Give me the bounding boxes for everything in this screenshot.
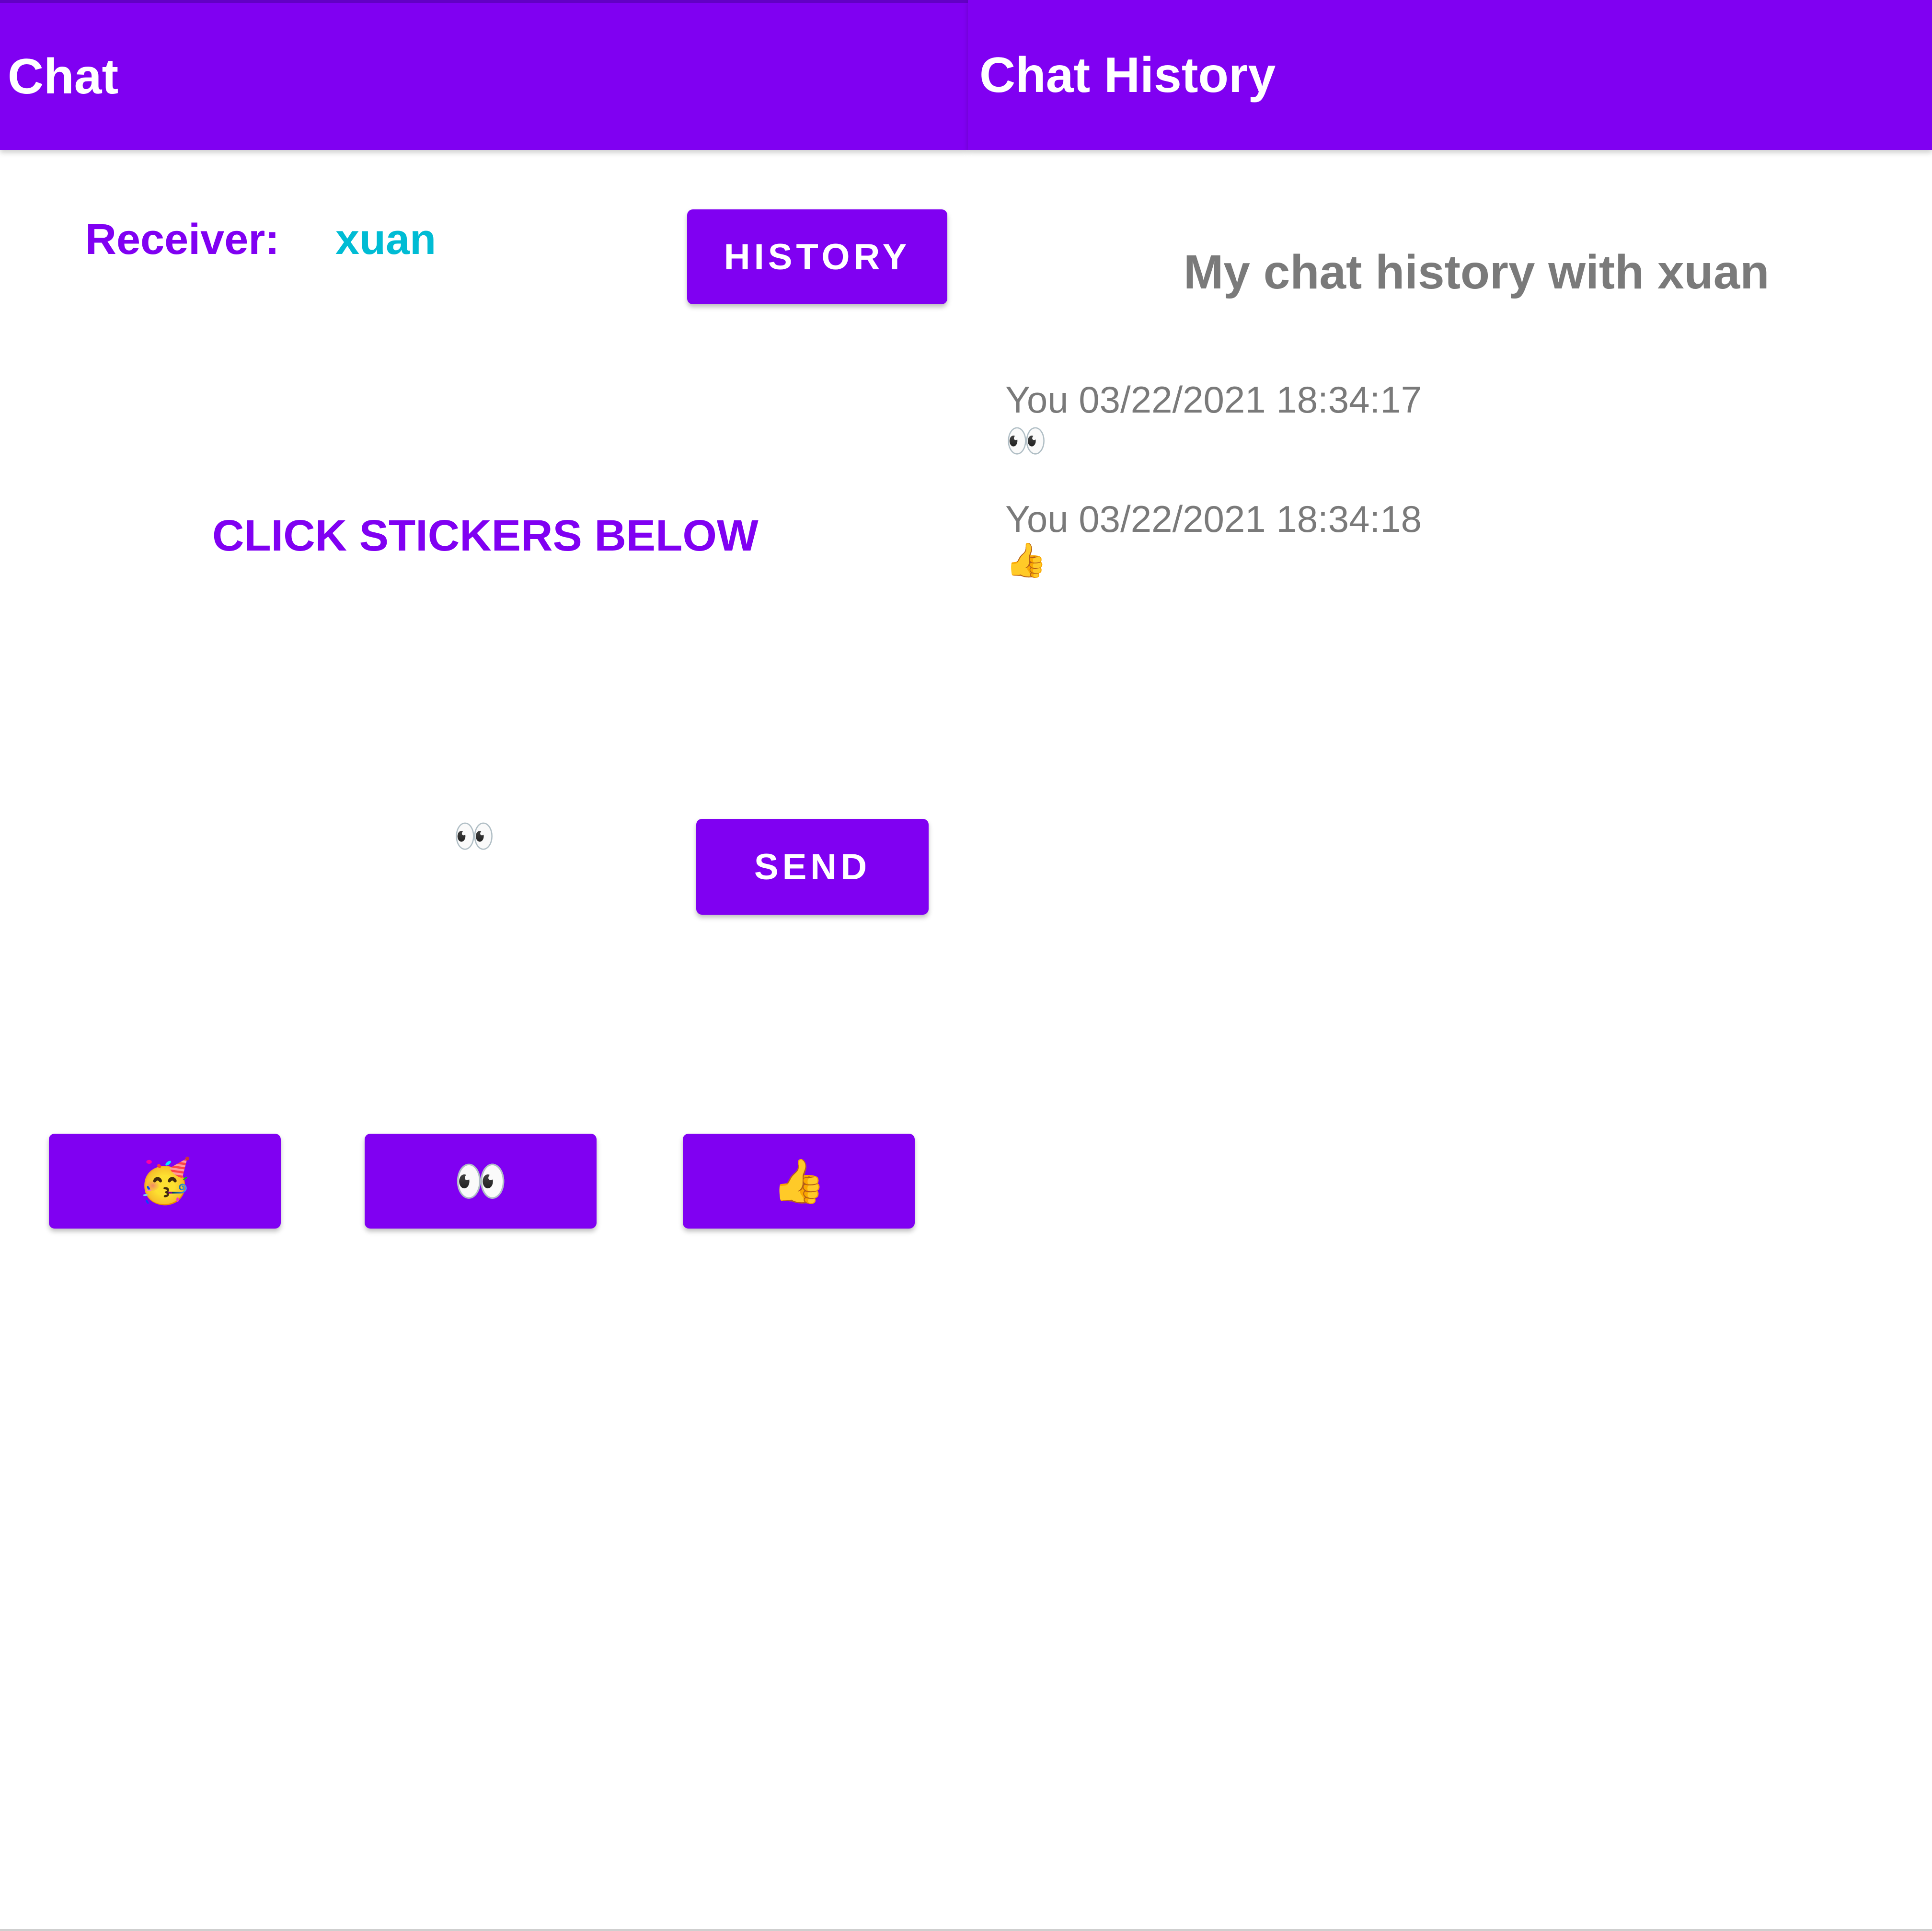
history-message-list: You 03/22/2021 18:34:17 👀 You 03/22/2021… xyxy=(1005,378,1422,616)
screenshot-canvas: Chat Receiver: xuan HISTORY CLICK STICKE… xyxy=(0,0,1932,1931)
send-button[interactable]: SEND xyxy=(696,819,929,915)
selected-sticker-preview: 👀 xyxy=(453,817,495,855)
eyes-icon: 👀 xyxy=(453,1157,508,1206)
message-sender-time: You 03/22/2021 18:34:18 xyxy=(1005,497,1422,540)
list-item: You 03/22/2021 18:34:17 👀 xyxy=(1005,378,1422,460)
sticker-instruction: CLICK STICKERS BELOW xyxy=(212,511,759,560)
chat-app-bar: Chat xyxy=(0,0,968,150)
list-item: You 03/22/2021 18:34:18 👍 xyxy=(1005,497,1422,580)
chat-screen-title: Chat xyxy=(8,48,119,104)
sticker-button-eyes[interactable]: 👀 xyxy=(365,1134,597,1229)
thumbs-up-icon: 👍 xyxy=(771,1157,826,1206)
bottom-divider xyxy=(0,1929,1932,1931)
history-app-bar: Chat History xyxy=(968,0,1932,150)
receiver-label: Receiver: xyxy=(85,216,280,264)
history-button[interactable]: HISTORY xyxy=(687,209,947,304)
receiver-name: xuan xyxy=(335,216,437,264)
history-screen-title: Chat History xyxy=(979,47,1276,103)
sticker-button-party[interactable]: 🥳 xyxy=(49,1134,281,1229)
message-sender-time: You 03/22/2021 18:34:17 xyxy=(1005,379,1422,421)
sticker-button-thumbs-up[interactable]: 👍 xyxy=(683,1134,915,1229)
party-face-icon: 🥳 xyxy=(138,1157,192,1206)
message-content: 👍 xyxy=(1005,541,1047,579)
history-heading: My chat history with xuan xyxy=(1184,245,1770,299)
message-content: 👀 xyxy=(1005,422,1047,460)
